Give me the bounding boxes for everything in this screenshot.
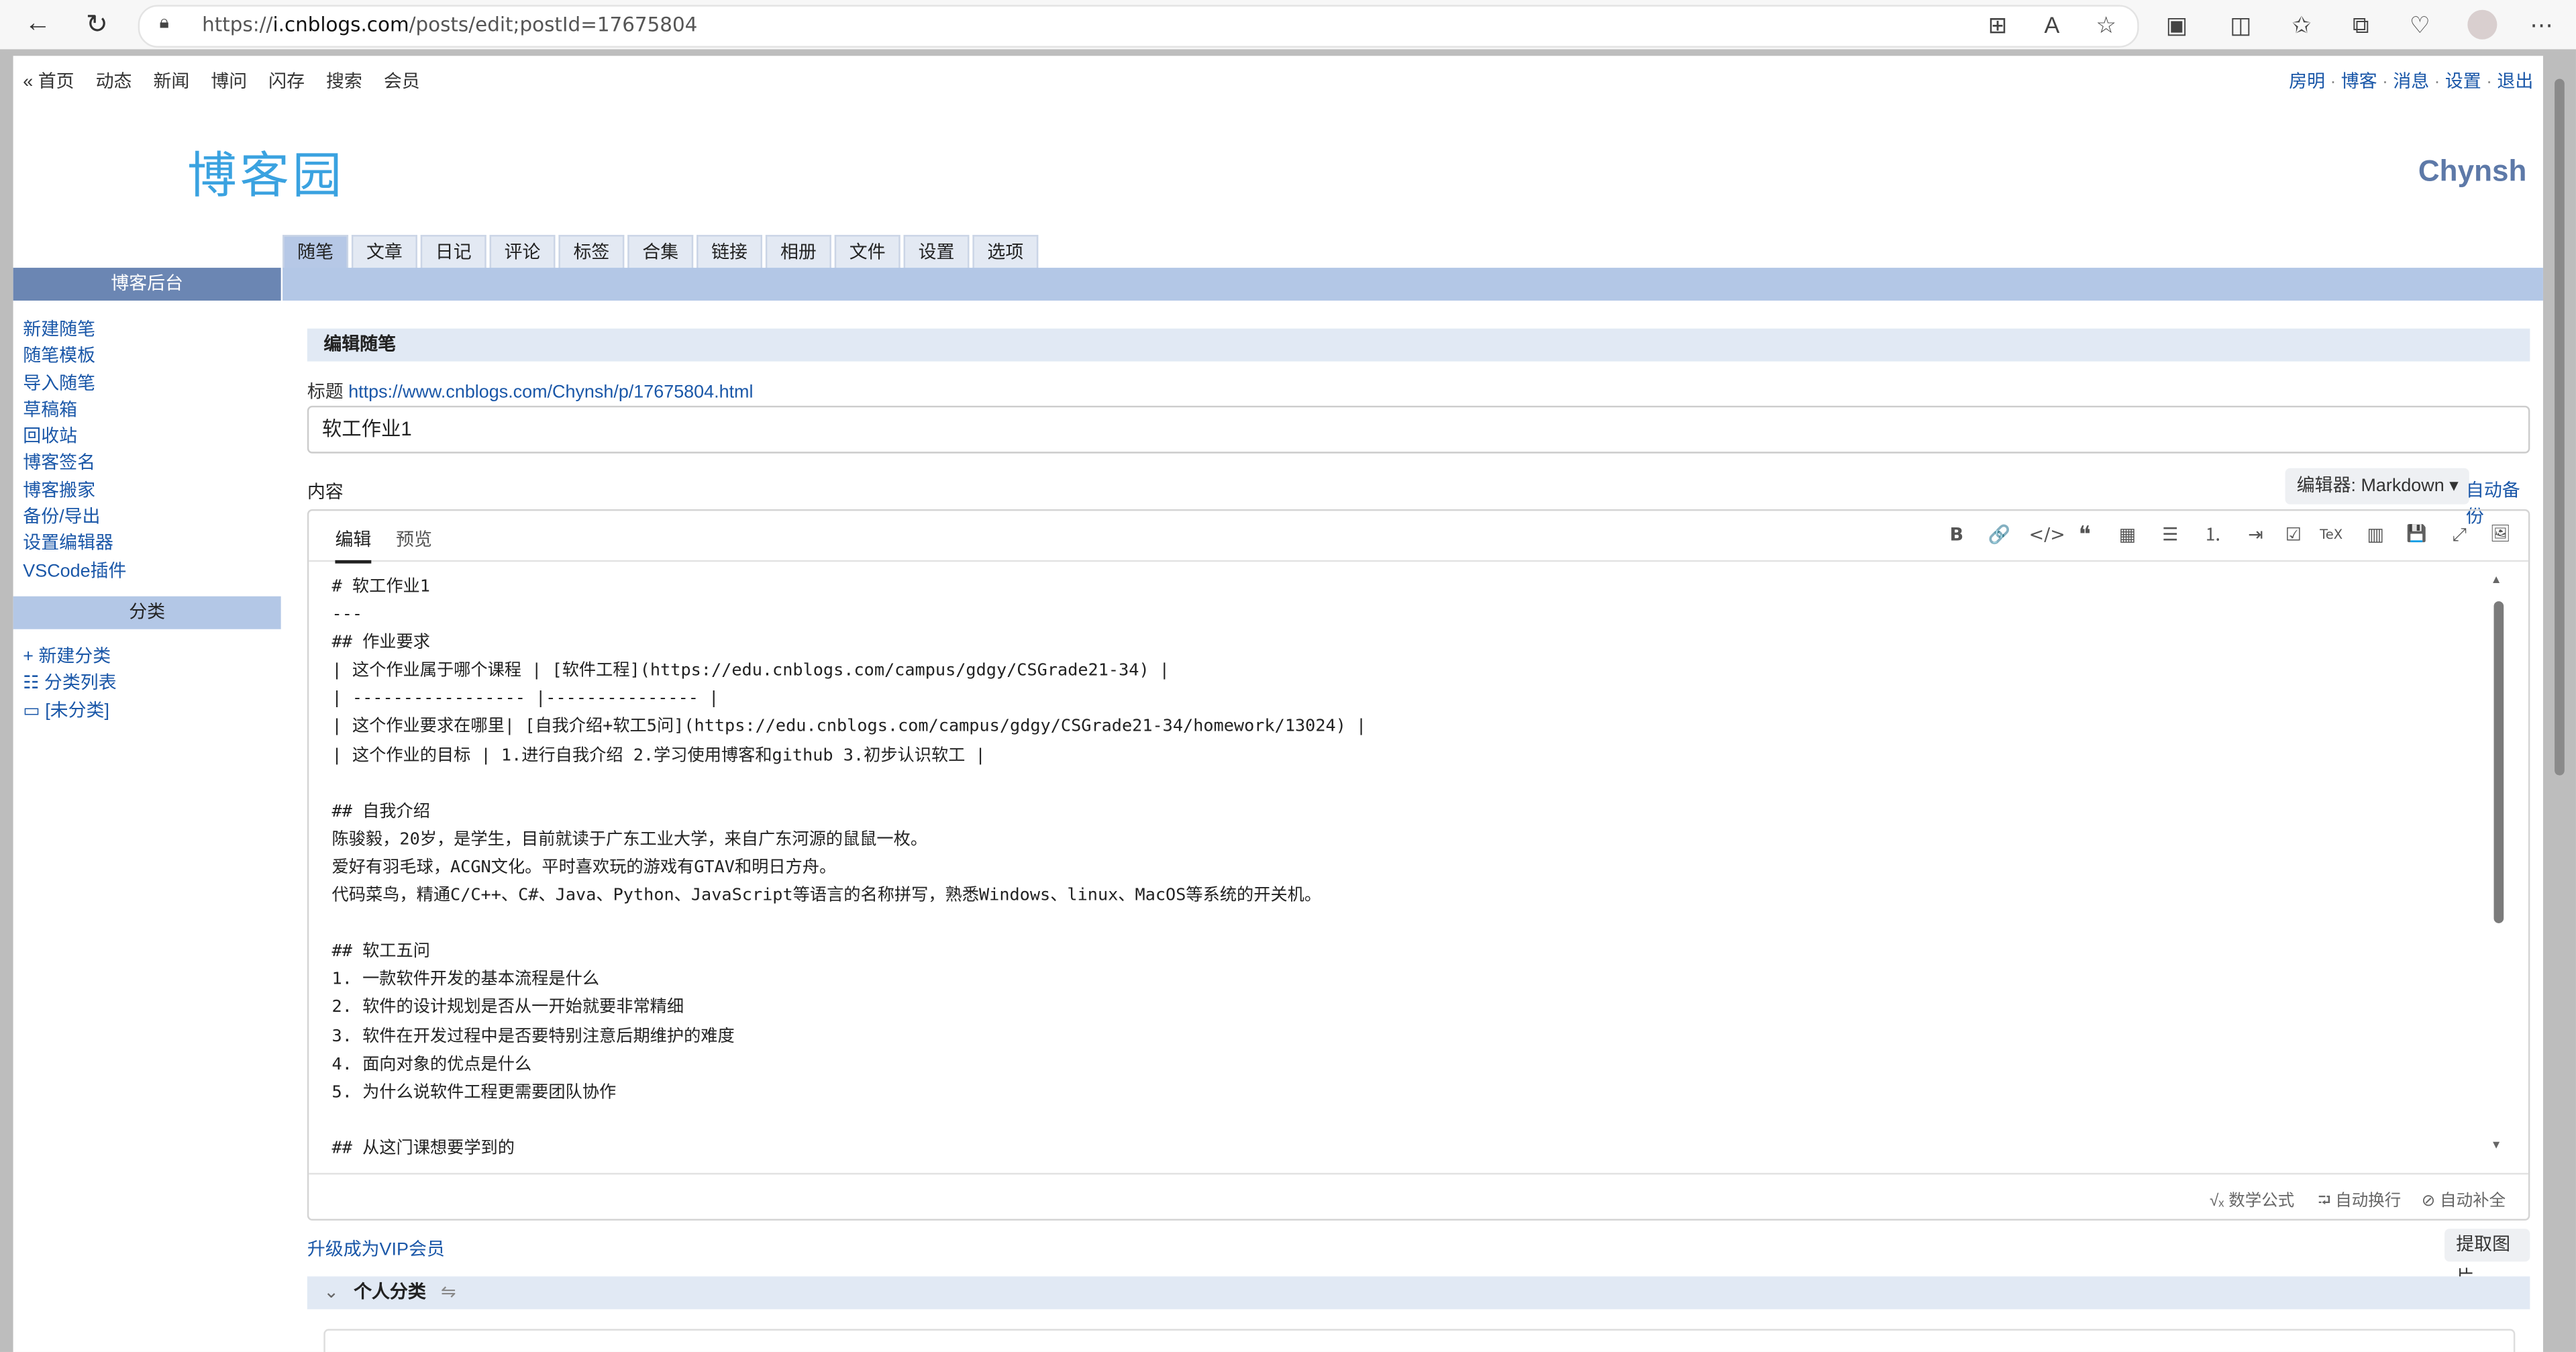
uncategorized-link[interactable]: ▭ [未分类] xyxy=(23,698,116,725)
new-category-link[interactable]: + 新建分类 xyxy=(23,644,116,671)
tab-preview[interactable]: 预览 xyxy=(396,525,432,552)
nav-news[interactable]: 新闻 xyxy=(153,72,189,92)
more-icon[interactable]: ⋯ xyxy=(2526,10,2556,40)
auto-complete-toggle[interactable]: ⊘ 自动补全 xyxy=(2421,1186,2506,1211)
category-menu: + 新建分类 ☷ 分类列表 ▭ [未分类] xyxy=(23,644,116,725)
autocomplete-icon: ⊘ xyxy=(2421,1192,2440,1211)
link-icon[interactable]: 🔗 xyxy=(1986,524,2012,547)
sqrt-icon: √ₓ xyxy=(2209,1192,2229,1211)
address-bar[interactable]: 🔒︎ https://i.cnblogs.com/posts/edit;post… xyxy=(138,5,2139,48)
sidebar-item-recycle-bin[interactable]: 回收站 xyxy=(23,424,126,451)
sidebar-item-import-posts[interactable]: 导入随笔 xyxy=(23,370,126,397)
extension-icon[interactable]: ▣ xyxy=(2162,10,2192,40)
read-aloud-icon[interactable]: A xyxy=(2037,10,2067,40)
editor-tabs: 编辑 预览 B 🔗 </> ❝ ▦ ☰ ⒈ ⇥ ☑ TeX ▥ 💾 ⤢ 🖼 xyxy=(309,511,2528,564)
editor-scroll-thumb[interactable] xyxy=(2493,601,2504,923)
indent-icon[interactable]: ⇥ xyxy=(2243,524,2269,547)
swap-icon[interactable]: ⇋ xyxy=(441,1283,456,1302)
section-title: 编辑随笔 xyxy=(307,328,2530,362)
sidebar-item-new-post[interactable]: 新建随笔 xyxy=(23,317,126,344)
favorite-icon[interactable]: ☆ xyxy=(2092,10,2121,40)
sidebar-header: 博客后台 xyxy=(13,268,281,301)
quote-icon[interactable]: ❝ xyxy=(2071,524,2098,547)
page-frame: « 首页 动态 新闻 博问 闪存 搜索 会员 房明 · 博客 · 消息 · 设置 · 退出 博客… xyxy=(0,49,2576,1352)
personal-category-bar[interactable]: ⌄ 个人分类 ⇋ xyxy=(307,1276,2530,1310)
sidebar-menu: 新建随笔 随笔模板 导入随笔 草稿箱 回收站 博客签名 博客搬家 备份/导出 设… xyxy=(23,317,126,585)
title-input[interactable]: 软工作业1 xyxy=(307,405,2530,454)
bold-icon[interactable]: B xyxy=(1943,524,1969,547)
refresh-icon[interactable]: ↻ xyxy=(81,8,113,41)
category-header: 分类 xyxy=(13,596,281,629)
code-icon[interactable]: </> xyxy=(2029,524,2065,547)
markdown-textarea[interactable]: # 软工作业1 --- ## 作业要求 | 这个作业属于哪个课程 | [软件工程… xyxy=(332,573,1367,1163)
apps-icon[interactable]: ⊞ xyxy=(1983,10,2012,40)
save-icon[interactable]: 💾 xyxy=(2404,524,2430,547)
task-list-icon[interactable]: ☑ xyxy=(2280,524,2306,547)
content-label: 内容 xyxy=(307,482,344,503)
wrap-label: 自动换行 xyxy=(2335,1192,2402,1211)
nav-activity[interactable]: 动态 xyxy=(96,72,132,92)
split-screen-icon[interactable]: ◫ xyxy=(2226,10,2255,40)
post-url-link[interactable]: https://www.cnblogs.com/Chynsh/p/1767580… xyxy=(348,382,753,402)
image-icon[interactable]: 🖼 xyxy=(2487,524,2514,547)
sidebar-item-signature[interactable]: 博客签名 xyxy=(23,451,126,478)
chevron-down-icon[interactable]: ⌄ xyxy=(323,1283,339,1302)
sidebar-item-drafts[interactable]: 草稿箱 xyxy=(23,397,126,424)
fullscreen-icon[interactable]: ⤢ xyxy=(2446,524,2473,547)
collections-icon[interactable]: ⧉ xyxy=(2346,10,2375,40)
nav-flash[interactable]: 闪存 xyxy=(268,72,305,92)
sidebar-item-vscode-plugin[interactable]: VSCode插件 xyxy=(23,558,126,585)
sidebar-item-migrate[interactable]: 博客搬家 xyxy=(23,478,126,505)
scroll-up-icon[interactable]: ▲ xyxy=(2491,575,2502,586)
editor-footer: √ₓ 数学公式 ⮒ 自动换行 ⊘ 自动补全 xyxy=(309,1173,2528,1220)
nav-questions[interactable]: 博问 xyxy=(211,72,247,92)
sidebar-item-post-templates[interactable]: 随笔模板 xyxy=(23,344,126,370)
sidebar-item-editor-settings[interactable]: 设置编辑器 xyxy=(23,531,126,558)
browser-essentials-icon[interactable]: ♡ xyxy=(2405,10,2434,40)
complete-label: 自动补全 xyxy=(2440,1192,2506,1211)
math-formula-toggle[interactable]: √ₓ 数学公式 xyxy=(2209,1186,2295,1211)
table-icon[interactable]: ▦ xyxy=(2114,524,2141,547)
editor-type-dropdown[interactable]: 编辑器: Markdown ▾ xyxy=(2285,468,2470,505)
category-select[interactable] xyxy=(323,1329,2516,1352)
bullet-list-icon[interactable]: ☰ xyxy=(2157,524,2183,547)
wrap-icon: ⮒ xyxy=(2318,1192,2336,1211)
fetch-images-button[interactable]: 提取图片 xyxy=(2444,1229,2530,1288)
sidebar-item-backup[interactable]: 备份/导出 xyxy=(23,505,126,531)
scroll-down-icon[interactable]: ▼ xyxy=(2491,1140,2502,1151)
url-text[interactable]: https://i.cnblogs.com/posts/edit;postId=… xyxy=(202,13,697,36)
back-icon[interactable]: ← xyxy=(21,8,54,41)
favorites-icon[interactable]: ✩ xyxy=(2287,10,2316,40)
title-label: 标题 https://www.cnblogs.com/Chynsh/p/1767… xyxy=(307,378,754,404)
browser-toolbar: ← ↻ 🔒︎ https://i.cnblogs.com/posts/edit;… xyxy=(0,0,2576,51)
personal-category-title: 个人分类 xyxy=(354,1283,426,1303)
page-scroll-thumb[interactable] xyxy=(2555,79,2565,776)
page: « 首页 动态 新闻 博问 闪存 搜索 会员 房明 · 博客 · 消息 · 设置 · 退出 博客… xyxy=(13,56,2543,1352)
columns-icon[interactable]: ▥ xyxy=(2363,524,2389,547)
numbered-list-icon[interactable]: ⒈ xyxy=(2200,524,2226,547)
title-label-text: 标题 xyxy=(307,382,344,403)
main-content: 编辑随笔 标题 https://www.cnblogs.com/Chynsh/p… xyxy=(307,56,2530,1352)
markdown-editor: 编辑 预览 B 🔗 </> ❝ ▦ ☰ ⒈ ⇥ ☑ TeX ▥ 💾 ⤢ 🖼 # … xyxy=(307,509,2530,1221)
tab-edit[interactable]: 编辑 xyxy=(335,525,372,564)
page-scrollbar[interactable] xyxy=(2550,49,2569,1352)
profile-avatar[interactable] xyxy=(2467,9,2497,40)
category-list-link[interactable]: ☷ 分类列表 xyxy=(23,671,116,698)
tex-icon[interactable]: TeX xyxy=(2313,524,2349,547)
nav-home[interactable]: « 首页 xyxy=(23,72,74,92)
auto-wrap-toggle[interactable]: ⮒ 自动换行 xyxy=(2318,1186,2402,1218)
vip-upgrade-link[interactable]: 升级成为VIP会员 xyxy=(307,1235,445,1261)
math-label: 数学公式 xyxy=(2228,1192,2295,1211)
lock-icon[interactable]: 🔒︎ xyxy=(159,13,168,35)
